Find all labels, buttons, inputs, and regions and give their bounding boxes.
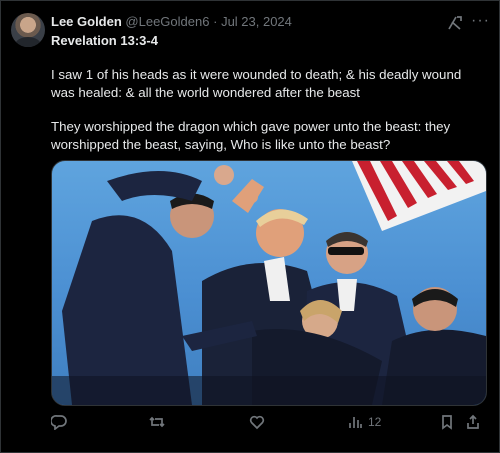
heart-icon <box>249 415 265 430</box>
reply-button[interactable] <box>51 414 67 430</box>
tweet-date[interactable]: Jul 23, 2024 <box>221 14 292 29</box>
like-button[interactable] <box>249 414 265 430</box>
retweet-button[interactable] <box>149 414 165 430</box>
author-handle[interactable]: @LeeGolden6 <box>125 14 209 29</box>
author-name[interactable]: Lee Golden <box>51 14 122 29</box>
reply-icon <box>51 415 67 430</box>
tweet-photo[interactable] <box>51 160 487 406</box>
tweet-header: Lee Golden @LeeGolden6 · Jul 23, 2024 <box>51 14 292 30</box>
bookmark-button[interactable] <box>439 414 455 430</box>
share-icon <box>467 414 479 429</box>
header-separator: · <box>213 14 218 29</box>
views-count: 12 <box>368 415 382 429</box>
author-avatar[interactable] <box>11 13 45 47</box>
views-bar-icon <box>349 417 362 428</box>
retweet-icon <box>149 416 165 428</box>
tweet-text: I saw 1 of his heads as it were wounded … <box>51 66 481 170</box>
share-button[interactable] <box>465 414 481 430</box>
scripture-reference: Revelation 13:3-4 <box>51 33 158 48</box>
tweet-paragraph-2: They worshipped the dragon which gave po… <box>51 119 451 152</box>
bookmark-icon <box>442 415 452 430</box>
views-button[interactable]: 12 <box>347 414 381 430</box>
grok-icon[interactable] <box>446 14 464 32</box>
flag-graphic <box>352 161 486 231</box>
more-dots-icon[interactable]: ··· <box>471 12 490 30</box>
tweet-paragraph-1: I saw 1 of his heads as it were wounded … <box>51 67 462 100</box>
tweet-actions: 12 <box>51 414 481 434</box>
